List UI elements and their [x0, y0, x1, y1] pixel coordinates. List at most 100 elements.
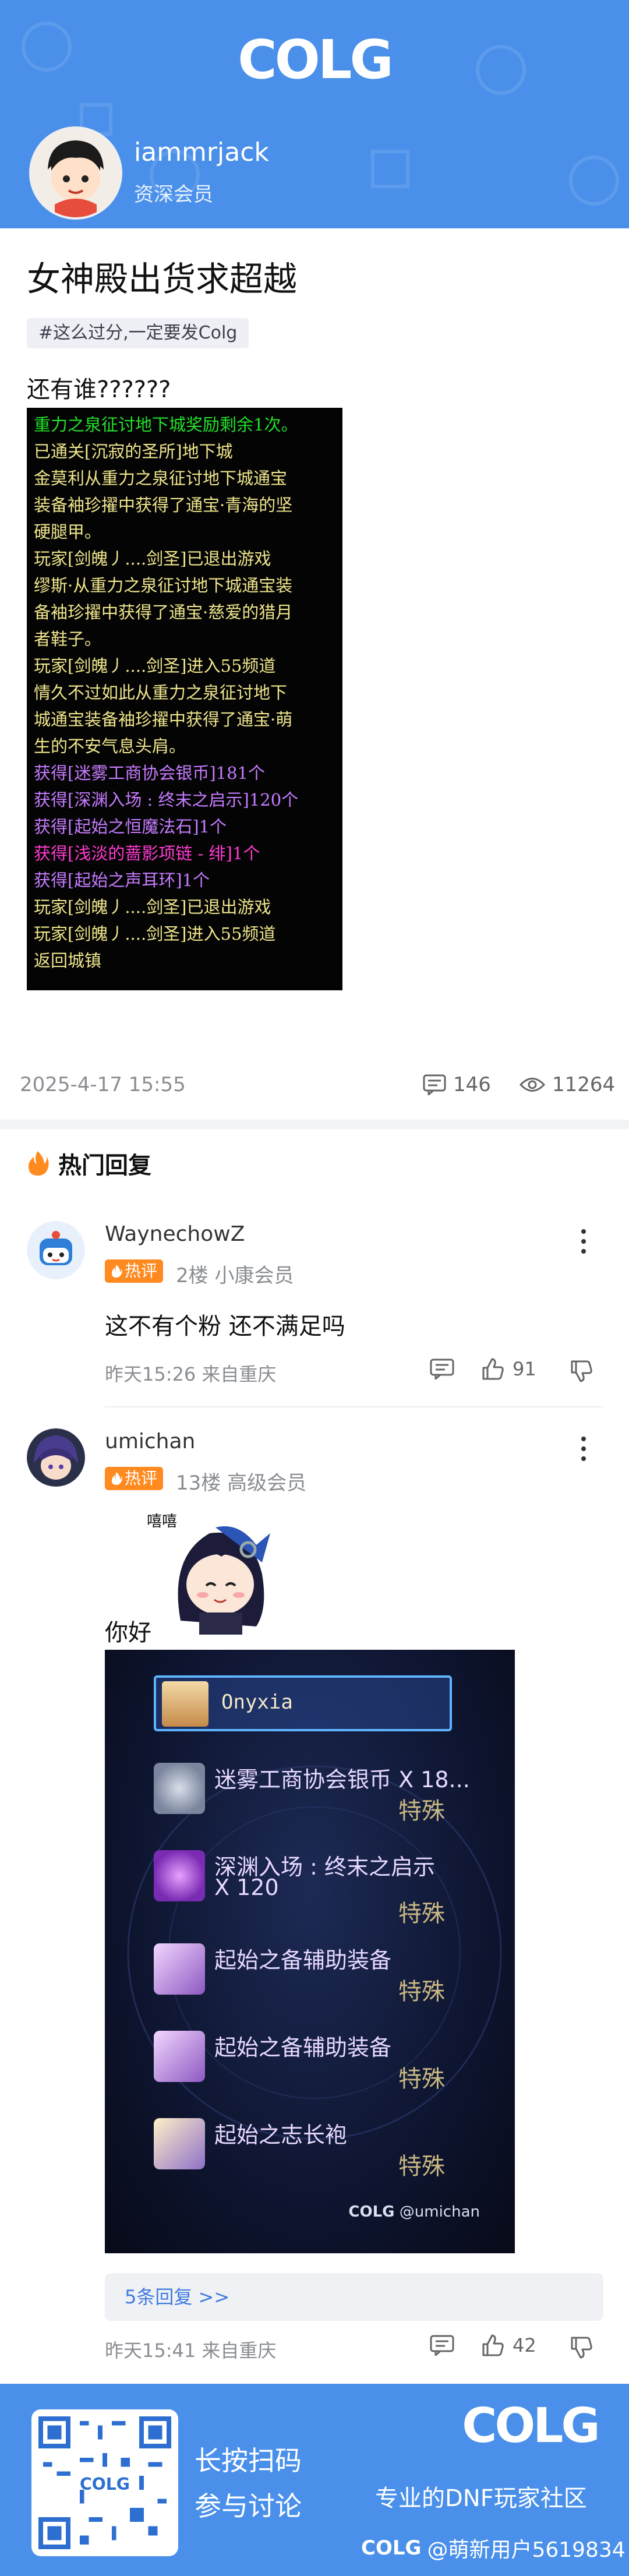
like-count: 42: [513, 2334, 536, 2356]
topic-tag[interactable]: #这么过分,一定要发Colg: [27, 318, 249, 348]
hot-comment-badge: 热评: [105, 1259, 164, 1283]
qr-logo: COLG: [80, 2475, 130, 2494]
post-date: 2025-4-17 15:55: [20, 1073, 186, 1096]
game-log-line: 情久不过如此从重力之泉征讨地下: [34, 683, 288, 703]
character-selector[interactable]: Onyxia: [154, 1675, 452, 1731]
hot-badge-label: 热评: [125, 1469, 158, 1488]
commenter-level: 高级会员: [227, 1472, 307, 1495]
comment-floor: 13楼: [176, 1472, 221, 1495]
game-log-line: 已通关[沉寂的圣所]地下城: [34, 442, 233, 461]
inventory-item[interactable]: 迷雾工商协会银币 X 18... 特殊: [154, 1749, 480, 1836]
comment-text: 这不有个粉 还不满足吗: [105, 1313, 345, 1340]
hot-replies-title: 热门回复: [58, 1152, 151, 1179]
comment-time: 昨天15:26: [105, 1363, 196, 1385]
post-title: 女神殿出货求超越: [27, 259, 298, 299]
inventory-item[interactable]: 起始之备辅助装备 特殊: [154, 1929, 480, 2017]
colg-footer-logo: COLG: [462, 2398, 600, 2454]
like-button[interactable]: 91: [481, 1357, 536, 1381]
dislike-button[interactable]: [570, 1360, 593, 1383]
comment-icon: [423, 1074, 446, 1095]
reply-icon: [430, 1358, 454, 1379]
character-name: Onyxia: [221, 1691, 293, 1714]
game-log-line: 返回城镇: [34, 951, 102, 971]
item-name: 迷雾工商协会银币 X 18...: [214, 1767, 470, 1792]
abyss-ticket-icon: [154, 1850, 205, 1901]
reply-button[interactable]: [430, 2335, 454, 2356]
more-options-icon[interactable]: [572, 1434, 595, 1463]
svg-text:COLG: COLG: [462, 2398, 598, 2454]
sticker-caption: 嘻嘻: [147, 1513, 177, 1530]
thumbs-down-icon: [571, 1360, 592, 1382]
inventory-item[interactable]: 起始之备辅助装备 特殊: [154, 2017, 480, 2104]
inventory-item[interactable]: 起始之志长袍 特殊: [154, 2104, 480, 2192]
share-user: COLG @萌新用户5619834: [361, 2533, 626, 2563]
commenter-name[interactable]: WaynechowZ: [105, 1222, 245, 1246]
item-tag: 特殊: [398, 2066, 445, 2092]
item-name: 起始之备辅助装备: [214, 1947, 392, 1973]
user-avatar[interactable]: [29, 126, 122, 220]
thumbs-up-icon: [482, 1358, 504, 1380]
like-button[interactable]: 42: [481, 2334, 536, 2357]
comment-time-location: 昨天15:41 来自重庆: [105, 2336, 276, 2363]
game-log-line: 缪斯·从重力之泉征讨地下城通宝装: [34, 576, 293, 595]
item-tag: 特殊: [398, 1900, 445, 1927]
comment-count[interactable]: 146: [423, 1073, 491, 1096]
game-log-line: 重力之泉征讨地下城奖励剩余1次。: [34, 415, 298, 435]
colg-logo[interactable]: COLG: [235, 28, 394, 92]
section-separator: [0, 1120, 629, 1129]
fire-icon: [28, 1151, 49, 1176]
comment-location: 来自重庆: [202, 1363, 277, 1385]
commenter-level: 小康会员: [214, 1264, 294, 1287]
view-count: 11264: [520, 1073, 615, 1096]
eye-icon: [520, 1078, 545, 1092]
reply-button[interactable]: [430, 1358, 454, 1379]
like-count: 91: [513, 1358, 536, 1380]
game-log-line: 获得[浅淡的蔷影项链 - 绯]1个: [34, 844, 260, 863]
item-tag: 特殊: [398, 1978, 445, 2005]
commenter-avatar[interactable]: [27, 1428, 85, 1487]
comment-text: 你好: [105, 1619, 151, 1646]
post-image-game-log[interactable]: 重力之泉征讨地下城奖励剩余1次。 已通关[沉寂的圣所]地下城 金莫利从重力之泉征讨地…: [27, 408, 342, 990]
reply-icon: [430, 2335, 454, 2356]
thumbs-down-icon: [571, 2337, 592, 2359]
game-log-line: 玩家[剑魄丿....剑圣]进入55频道: [34, 656, 276, 676]
fire-icon: [112, 1265, 122, 1278]
comment-floor-level: 2楼 小康会员: [176, 1259, 294, 1288]
svg-text:COLG: COLG: [238, 29, 391, 91]
post-meta: 2025-4-17 15:55 146 11264: [20, 1071, 615, 1100]
game-log-line: 备袖珍擢中获得了通宝·慈爱的猎月: [34, 602, 293, 622]
game-log-line: 玩家[剑魄丿....剑圣]进入55频道: [34, 924, 276, 944]
avatar-illustration: [31, 129, 120, 217]
username[interactable]: iammrjack: [134, 137, 269, 167]
scan-instruction: 长按扫码: [195, 2445, 302, 2476]
profile-header: COLG iammrjack 资深会员: [0, 0, 629, 228]
item-quantity: X 120: [214, 1875, 279, 1900]
comment-count-value: 146: [453, 1073, 491, 1096]
game-log-line: 生的不安气息头肩。: [34, 736, 186, 756]
image-watermark: COLG @umichan: [348, 2203, 480, 2221]
inventory-screenshot[interactable]: Onyxia 迷雾工商协会银币 X 18... 特殊 深渊入场 : 终末之启示 …: [105, 1650, 515, 2253]
post-body-text: 还有谁??????: [27, 376, 171, 403]
robe-icon: [154, 2118, 205, 2169]
commenter-name[interactable]: umichan: [105, 1430, 195, 1453]
game-log-line: 装备袖珍擢中获得了通宝·青海的坚: [34, 495, 293, 515]
item-name: 起始之备辅助装备: [214, 2035, 392, 2060]
more-options-icon[interactable]: [572, 1227, 595, 1256]
commenter-avatar[interactable]: [27, 1221, 85, 1279]
site-slogan: 专业的DNF玩家社区: [375, 2485, 587, 2512]
hot-badge-label: 热评: [125, 1261, 158, 1280]
hot-comment-badge: 热评: [105, 1467, 164, 1490]
chibi-sticker-image[interactable]: 嘻嘻: [146, 1510, 278, 1635]
view-replies-link[interactable]: 5条回复 >>: [105, 2273, 603, 2321]
inventory-item[interactable]: 深渊入场 : 终末之启示 X 120 特殊: [154, 1836, 480, 1927]
avatar-cartoon: [27, 1221, 85, 1279]
share-footer: COLG 长按扫码 参与讨论 COLG 专业的DNF玩家社区 COLG @萌新用…: [0, 2384, 629, 2576]
qr-code[interactable]: COLG: [31, 2409, 178, 2556]
box-icon: [154, 2031, 205, 2082]
item-name: 起始之志长袍: [214, 2122, 348, 2148]
comment-time: 昨天15:41: [105, 2339, 196, 2362]
game-log-line: 玩家[剑魄丿....剑圣]已退出游戏: [34, 549, 271, 569]
game-log-line: 城通宝装备袖珍擢中获得了通宝·萌: [34, 710, 293, 729]
dislike-button[interactable]: [570, 2336, 593, 2359]
character-portrait: [162, 1681, 209, 1727]
